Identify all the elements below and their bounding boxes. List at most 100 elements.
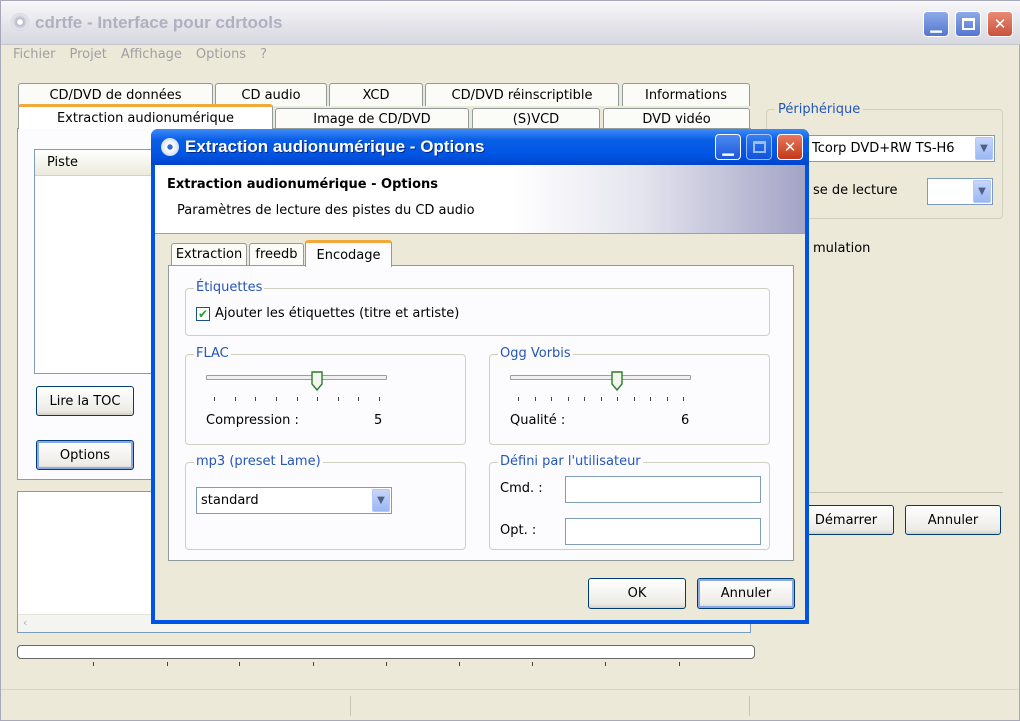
minimize-button[interactable]: ▁ xyxy=(923,11,949,37)
tab-encodage[interactable]: Encodage xyxy=(305,240,392,267)
slider-tick xyxy=(600,397,602,401)
close-button[interactable]: ✕ xyxy=(987,11,1013,37)
ogg-quality-caption: Qualité : xyxy=(510,413,566,428)
ogg-quality-slider[interactable] xyxy=(510,371,691,407)
slider-thumb[interactable] xyxy=(311,371,323,391)
tab-label: CD audio xyxy=(241,87,301,103)
start-button[interactable]: Démarrer xyxy=(798,505,894,535)
dialog-cancel-label: Annuler xyxy=(720,586,772,601)
dialog-minimize-button[interactable]: ▁ xyxy=(715,134,741,160)
start-label: Démarrer xyxy=(814,512,878,528)
device-select[interactable]: Tcorp DVD+RW TS-H6 ▼ xyxy=(801,135,995,162)
device-group-label: Périphérique xyxy=(775,102,864,117)
mp3-preset-select[interactable]: standard ▼ xyxy=(196,487,392,514)
slider-tick xyxy=(358,397,360,401)
user-defined-group-legend: Défini par l'utilisateur xyxy=(498,454,643,469)
ogg-quality-value: 6 xyxy=(681,413,690,428)
slider-track xyxy=(206,375,387,380)
slider-tick xyxy=(666,397,668,401)
menu-help[interactable]: ? xyxy=(260,47,267,62)
options-button[interactable]: Options xyxy=(36,440,134,470)
tab-label: Extraction xyxy=(175,247,243,262)
slider-tick xyxy=(650,397,651,401)
tab-label: XCD xyxy=(362,87,390,103)
menubar: Fichier Projet Affichage Options ? xyxy=(1,45,1020,67)
add-labels-option[interactable]: ✔ Ajouter les étiquettes (titre et artis… xyxy=(196,306,459,321)
chevron-down-icon[interactable]: ▼ xyxy=(975,137,993,160)
slider-tick xyxy=(567,397,569,401)
ogg-group: Ogg Vorbis Qualité : 6 xyxy=(489,346,770,445)
slider-tick xyxy=(633,397,635,401)
labels-group-legend: Étiquettes xyxy=(194,280,265,295)
flac-compression-slider[interactable] xyxy=(206,371,387,407)
slider-thumb[interactable] xyxy=(611,371,623,391)
chevron-down-icon[interactable]: ▼ xyxy=(372,489,390,512)
menu-projet[interactable]: Projet xyxy=(70,47,107,62)
main-titlebar[interactable]: cdrtfe - Interface pour cdrtools ▁ ✕ xyxy=(1,1,1020,45)
dialog-close-button[interactable]: ✕ xyxy=(777,134,803,160)
main-window-title: cdrtfe - Interface pour cdrtools xyxy=(35,13,283,32)
ok-button[interactable]: OK xyxy=(588,578,686,609)
read-toc-button[interactable]: Lire la TOC xyxy=(36,386,134,416)
dialog-title: Extraction audionumérique - Options xyxy=(185,137,485,156)
tab-dvd-video[interactable]: DVD vidéo xyxy=(603,108,750,130)
tab-informations[interactable]: Informations xyxy=(622,83,750,106)
minimize-icon: ▁ xyxy=(930,15,942,33)
tab-label: CD/DVD de données xyxy=(49,87,182,103)
tab-donnees[interactable]: CD/DVD de données xyxy=(18,83,213,106)
cmd-label: Cmd. : xyxy=(500,481,543,496)
track-list-header[interactable]: Piste xyxy=(35,150,153,176)
read-toc-label: Lire la TOC xyxy=(49,393,121,409)
menu-options[interactable]: Options xyxy=(196,47,246,62)
opt-input[interactable] xyxy=(565,518,761,545)
menu-affichage[interactable]: Affichage xyxy=(121,47,182,62)
slider-tick xyxy=(214,397,215,401)
status-bar xyxy=(1,689,1019,720)
status-pane-2 xyxy=(356,696,750,716)
chevron-down-icon[interactable]: ▼ xyxy=(973,180,991,203)
tab-extraction-audionumerique[interactable]: Extraction audionumérique xyxy=(18,104,273,129)
cmd-input[interactable] xyxy=(565,476,761,503)
maximize-icon xyxy=(752,141,766,153)
main-cancel-button[interactable]: Annuler xyxy=(905,505,1001,535)
device-select-value: Tcorp DVD+RW TS-H6 xyxy=(812,141,955,156)
options-label: Options xyxy=(59,447,111,463)
track-list[interactable]: Piste xyxy=(34,149,154,374)
status-pane-1 xyxy=(15,696,351,716)
dialog-header-subtitle: Paramètres de lecture des pistes du CD a… xyxy=(177,203,475,218)
read-speed-label: se de lecture xyxy=(813,183,898,198)
dialog-maximize-button[interactable] xyxy=(746,134,772,160)
ogg-group-legend: Ogg Vorbis xyxy=(498,346,573,361)
add-labels-checkbox[interactable]: ✔ xyxy=(196,306,210,321)
dialog-header: Extraction audionumérique - Options Para… xyxy=(155,165,805,234)
dialog-cancel-button[interactable]: Annuler xyxy=(697,578,795,609)
read-speed-select[interactable]: ▼ xyxy=(927,178,993,205)
tab-xcd[interactable]: XCD xyxy=(329,83,423,106)
dialog-titlebar[interactable]: Extraction audionumérique - Options ▁ ✕ xyxy=(151,129,809,165)
close-icon: ✕ xyxy=(993,15,1007,33)
maximize-button[interactable] xyxy=(955,11,981,37)
slider-tick xyxy=(337,397,339,401)
tab-svcd[interactable]: (S)VCD xyxy=(472,108,600,130)
simulation-label: mulation xyxy=(813,241,871,256)
maximize-icon xyxy=(961,18,975,30)
disc-icon xyxy=(161,138,179,156)
tab-image-cd-dvd[interactable]: Image de CD/DVD xyxy=(275,108,469,130)
track-header-label: Piste xyxy=(47,155,79,170)
scroll-left-icon[interactable]: ‹ xyxy=(23,616,27,629)
tab-cd-audio[interactable]: CD audio xyxy=(215,83,327,106)
options-dialog: Extraction audionumérique - Options ▁ ✕ … xyxy=(151,129,809,624)
tab-label: (S)VCD xyxy=(512,112,560,127)
menu-fichier[interactable]: Fichier xyxy=(13,47,56,62)
tab-label: CD/DVD réinscriptible xyxy=(451,87,593,103)
slider-tick xyxy=(275,397,277,401)
tab-extraction[interactable]: Extraction xyxy=(171,243,247,265)
ok-label: OK xyxy=(627,586,647,601)
slider-tick xyxy=(683,397,684,401)
slider-track xyxy=(510,375,691,380)
tab-freedb[interactable]: freedb xyxy=(249,243,304,265)
tab-reinscriptible[interactable]: CD/DVD réinscriptible xyxy=(425,83,619,106)
flac-group-legend: FLAC xyxy=(194,346,231,361)
slider-tick xyxy=(518,397,519,401)
mp3-group: mp3 (preset Lame) standard ▼ xyxy=(185,454,466,550)
